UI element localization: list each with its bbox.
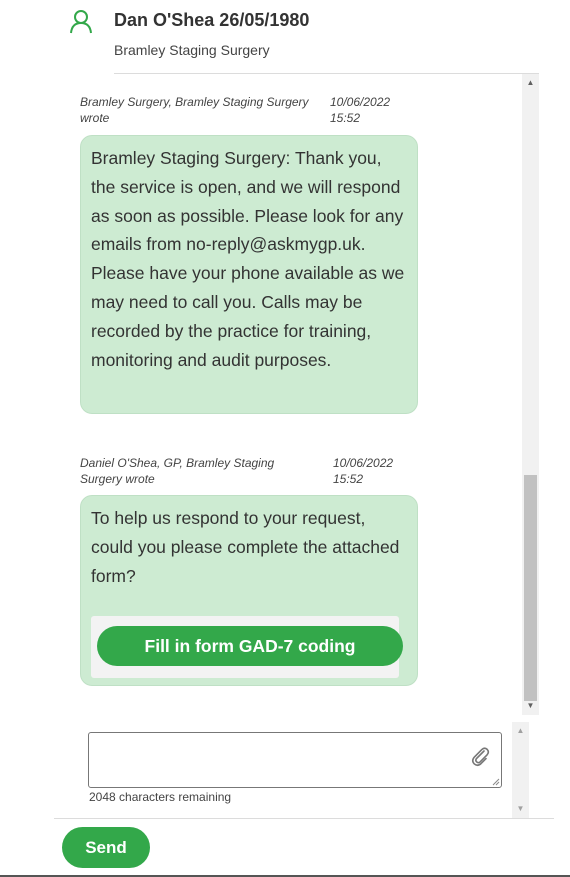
message-date: 10/06/2022 xyxy=(333,456,394,470)
message-text: Bramley Staging Surgery: Thank you, the … xyxy=(91,148,405,370)
thread-scrollbar[interactable]: ▲ ▼ xyxy=(522,74,539,715)
message-timestamp: 10/06/2022 15:52 xyxy=(333,455,413,487)
message-author: Daniel O'Shea, GP, Bramley Staging Surge… xyxy=(80,456,275,486)
paperclip-icon[interactable] xyxy=(469,745,491,767)
fill-in-form-button[interactable]: Fill in form GAD-7 coding xyxy=(97,626,403,666)
attached-form-panel: Fill in form GAD-7 coding xyxy=(91,616,403,678)
message-timestamp: 10/06/2022 15:52 xyxy=(330,94,410,126)
message-date: 10/06/2022 xyxy=(330,95,391,109)
message-bubble: To help us respond to your request, coul… xyxy=(80,495,418,686)
characters-remaining: 2048 characters remaining xyxy=(89,790,232,804)
message-author: Bramley Surgery, Bramley Staging Surgery… xyxy=(80,95,309,125)
scroll-up-arrow-icon[interactable]: ▲ xyxy=(512,724,529,738)
scroll-up-arrow-icon[interactable]: ▲ xyxy=(522,76,539,90)
composer-scrollbar[interactable]: ▲ ▼ xyxy=(512,722,529,818)
message-time: 15:52 xyxy=(330,111,361,125)
message-thread: Bramley Surgery, Bramley Staging Surgery… xyxy=(0,74,522,715)
message-meta: Bramley Surgery, Bramley Staging Surgery… xyxy=(80,94,420,128)
footer-divider xyxy=(54,818,554,819)
message-meta: Daniel O'Shea, GP, Bramley Staging Surge… xyxy=(80,455,420,489)
scroll-down-arrow-icon[interactable]: ▼ xyxy=(522,699,539,713)
person-icon xyxy=(70,10,92,34)
message-time: 15:52 xyxy=(333,472,364,486)
scrollbar-thumb[interactable] xyxy=(524,475,537,701)
message-text: To help us respond to your request, coul… xyxy=(91,508,400,586)
patient-name: Dan O'Shea 26/05/1980 xyxy=(114,10,310,30)
message-bubble: Bramley Staging Surgery: Thank you, the … xyxy=(80,135,418,414)
resize-grip-icon[interactable] xyxy=(492,778,500,786)
scroll-down-arrow-icon[interactable]: ▼ xyxy=(512,802,529,816)
message-input[interactable] xyxy=(88,732,502,788)
practice-name: Bramley Staging Surgery xyxy=(114,42,270,58)
conversation-header: Dan O'Shea 26/05/1980 Bramley Staging Su… xyxy=(0,0,570,74)
send-button[interactable]: Send xyxy=(62,827,150,868)
